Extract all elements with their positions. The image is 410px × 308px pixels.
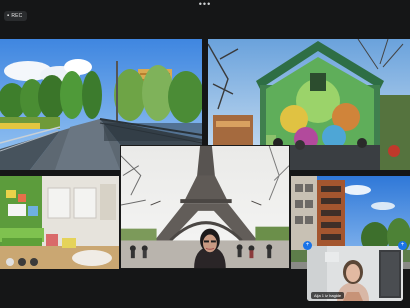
recording-label: REC [11,13,23,19]
recording-indicator[interactable]: ▪ REC [4,11,27,21]
classroom-scene-image [0,176,119,269]
self-view-name-label: Aija 1 iz hagide [311,292,345,299]
more-options-icon[interactable]: ••• [198,0,212,10]
top-bar: ▪ REC ••• [0,0,410,34]
eiffel-scene-image [121,146,289,268]
pin-icon[interactable]: + [303,241,312,250]
expand-icon[interactable]: + [398,241,407,250]
video-tile-classroom[interactable] [0,176,119,269]
video-tile-eiffel[interactable] [120,145,290,269]
camera-icon: ▪ [7,13,10,19]
